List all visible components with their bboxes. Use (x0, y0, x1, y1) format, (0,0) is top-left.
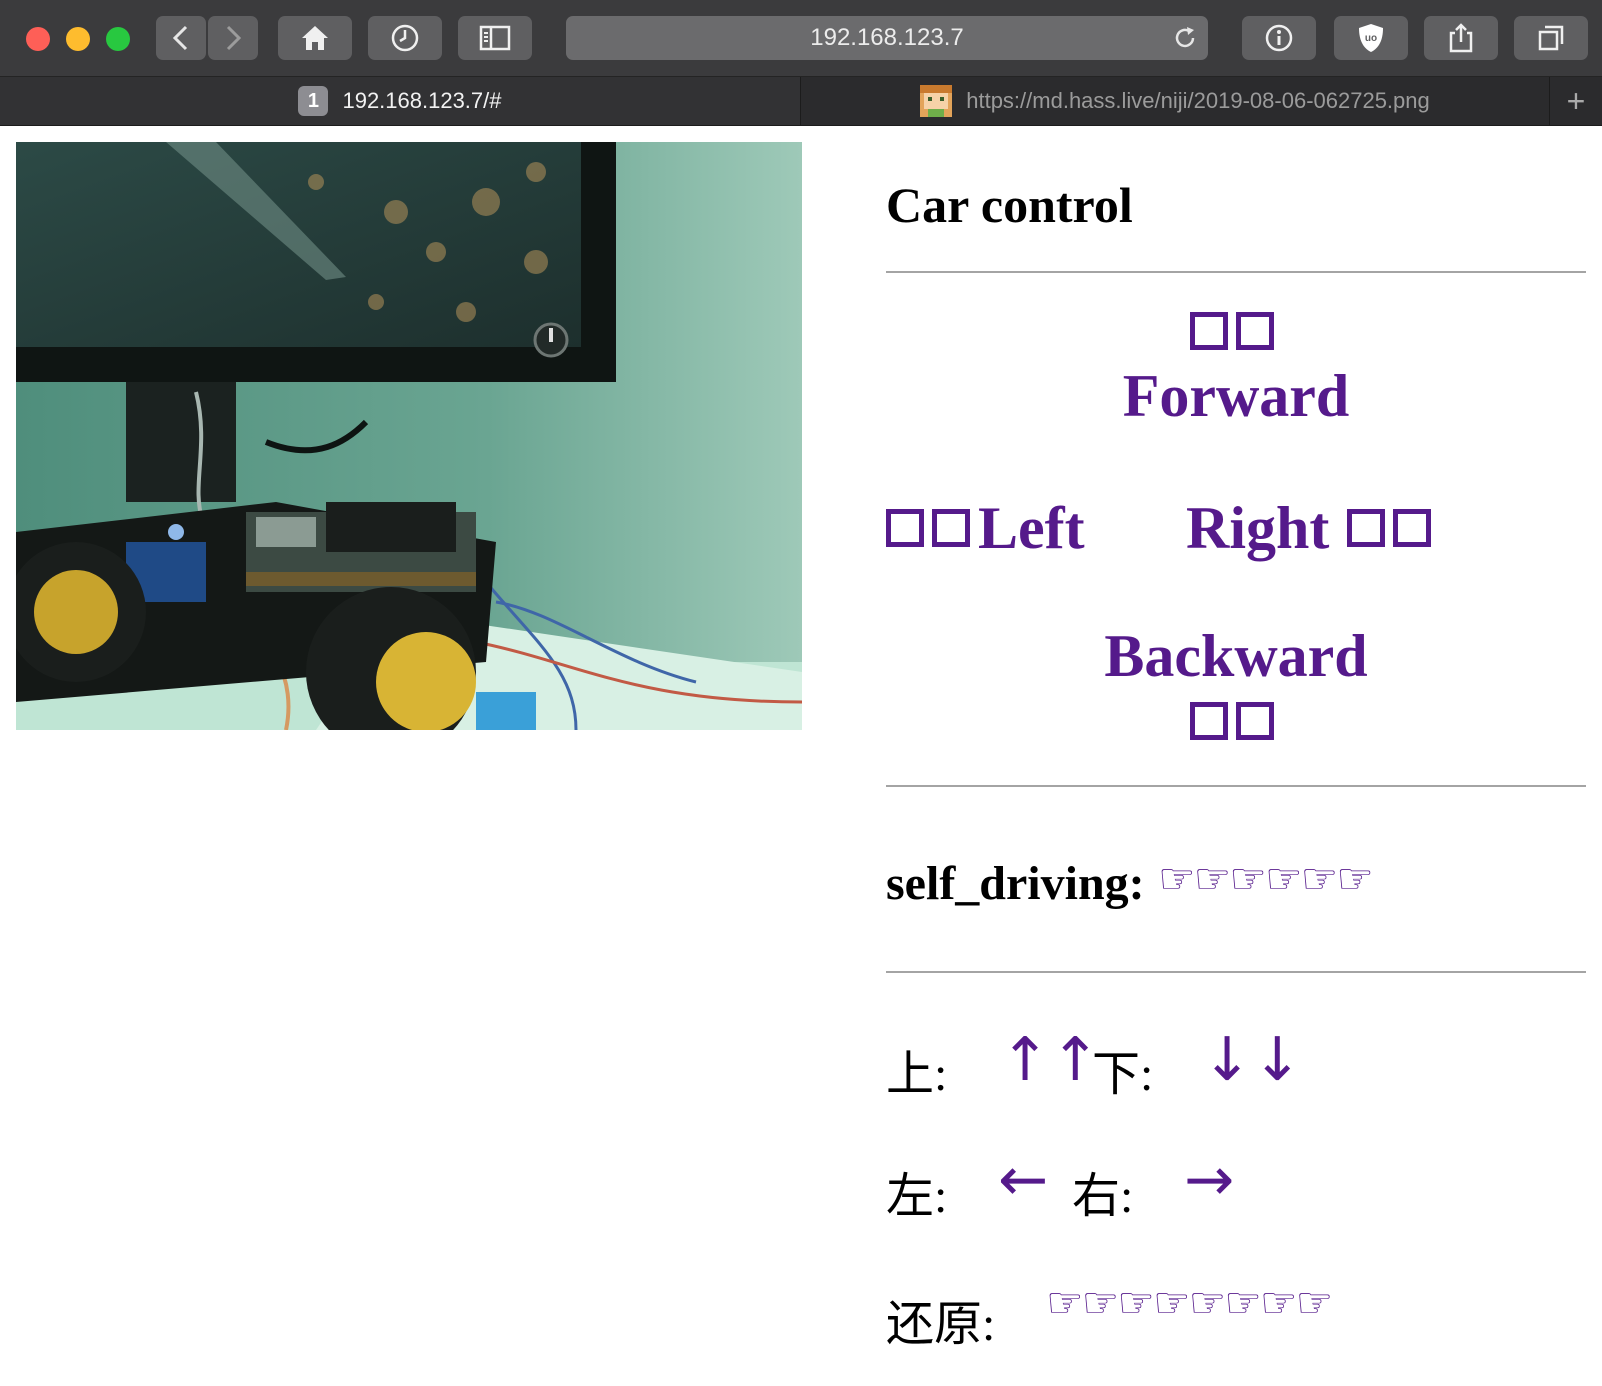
favicon-icon (920, 85, 953, 117)
left-label: Left (978, 495, 1085, 561)
svg-text:uo: uo (1365, 33, 1377, 44)
minimize-window-button[interactable] (66, 27, 90, 51)
missing-glyph-icon (886, 702, 1586, 746)
tab-label: https://md.hass.live/niji/2019-08-06-062… (966, 88, 1430, 113)
sidebar-icon (479, 25, 511, 51)
chevron-right-icon (226, 25, 242, 51)
share-icon (1449, 23, 1473, 53)
missing-glyph-icon (886, 312, 1586, 356)
forward-button[interactable] (208, 16, 258, 60)
chevron-left-icon (172, 25, 188, 51)
shield-icon: uo (1359, 24, 1383, 52)
camera-stream-image (16, 142, 802, 730)
pan-left-arrow[interactable]: ← (998, 1150, 1048, 1210)
home-icon (302, 26, 328, 50)
info-button[interactable] (1242, 16, 1316, 60)
history-button[interactable] (368, 16, 442, 60)
left-control[interactable]: Left (886, 498, 1085, 558)
reset-hands-link[interactable]: ☞☞☞☞☞☞☞☞ (1046, 1278, 1333, 1327)
self-driving-label: self_driving: (886, 857, 1145, 910)
home-button[interactable] (278, 16, 352, 60)
clock-icon (391, 24, 419, 52)
right-label: Right (1186, 495, 1330, 561)
tab-active[interactable]: 1 192.168.123.7/# (0, 77, 801, 125)
backward-label: Backward (1104, 623, 1368, 689)
forward-control[interactable]: Forward (886, 312, 1586, 426)
right-control[interactable]: Right (1186, 498, 1439, 558)
self-driving-hands-link[interactable]: ☞☞☞☞☞☞ (1158, 854, 1374, 903)
missing-glyph-icon (1347, 509, 1439, 547)
back-button[interactable] (156, 16, 206, 60)
sidebar-button[interactable] (458, 16, 532, 60)
divider (886, 271, 1586, 273)
pan-up-label: 上: (886, 1048, 948, 1101)
pan-down-arrows[interactable]: ↓↓ (1202, 1030, 1303, 1090)
browser-toolbar: 192.168.123.7 uo (0, 0, 1602, 77)
info-icon (1265, 24, 1293, 52)
pan-up-arrows[interactable]: ↑↑ (1000, 1030, 1101, 1090)
page-content: Car control Forward Left Right Backward (0, 126, 1602, 1386)
divider (886, 971, 1586, 973)
pan-left-label: 左: (886, 1170, 948, 1223)
tab-label: 192.168.123.7/# (342, 88, 502, 113)
pan-down-label: 下: (1092, 1048, 1154, 1101)
tab-bar: 1 192.168.123.7/# https://md.hass.live/n… (0, 77, 1602, 126)
address-text: 192.168.123.7 (810, 24, 964, 51)
forward-label: Forward (1122, 363, 1350, 429)
divider (886, 785, 1586, 787)
tabs-overview-icon (1538, 25, 1564, 51)
share-button[interactable] (1424, 16, 1498, 60)
zoom-window-button[interactable] (106, 27, 130, 51)
reset-label: 还原: (886, 1298, 996, 1351)
browser-window: 192.168.123.7 uo 1 192.168.123.7/# https… (0, 0, 1602, 1386)
new-tab-button[interactable]: + (1549, 77, 1602, 125)
backward-control[interactable]: Backward (886, 626, 1586, 746)
show-tabs-button[interactable] (1514, 16, 1588, 60)
reload-icon[interactable] (1172, 25, 1198, 51)
tab-number-badge: 1 (298, 86, 329, 116)
close-window-button[interactable] (26, 27, 50, 51)
pan-right-label: 右: (1072, 1170, 1134, 1223)
tab-inactive[interactable]: https://md.hass.live/niji/2019-08-06-062… (801, 77, 1549, 125)
pan-right-arrow[interactable]: → (1184, 1150, 1234, 1210)
missing-glyph-icon (886, 509, 978, 547)
page-title: Car control (886, 177, 1133, 233)
address-bar[interactable]: 192.168.123.7 (566, 16, 1208, 60)
ublock-button[interactable]: uo (1334, 16, 1408, 60)
